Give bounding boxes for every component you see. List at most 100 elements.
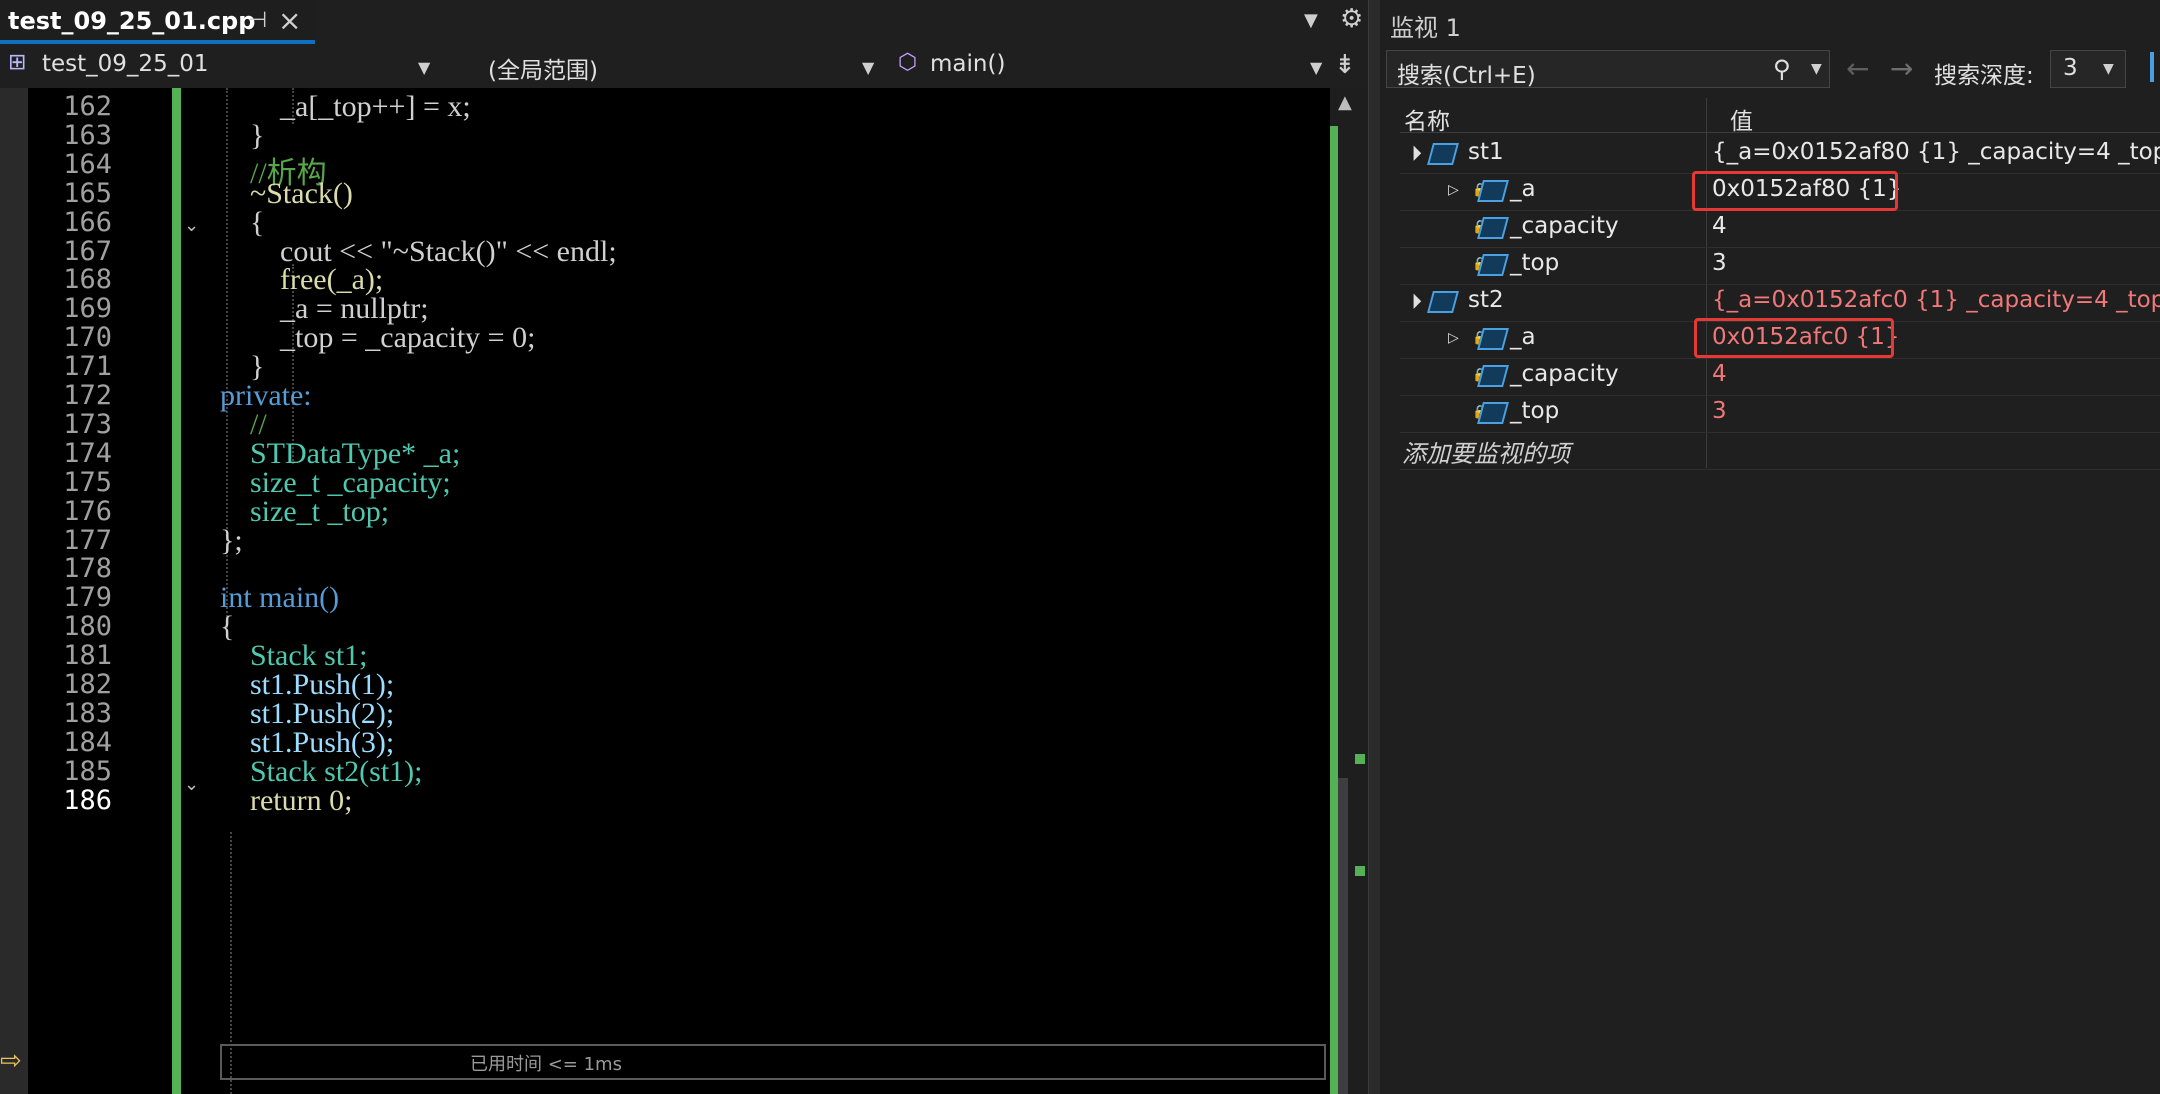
expand-right-icon[interactable]: ▷ xyxy=(1448,330,1459,346)
watch-item-value[interactable]: {_a=0x0152af80 {1} _capacity=4 _top=... xyxy=(1712,139,2160,165)
line-number: 173 xyxy=(63,408,112,440)
file-tab[interactable]: test_09_25_01.cpp ⊣ × xyxy=(0,0,315,44)
code-line: int main() xyxy=(220,581,340,615)
code-line: size_t _top; xyxy=(220,494,390,528)
field-icon xyxy=(1477,180,1509,202)
search-depth-label: 搜索深度: xyxy=(1934,63,2034,89)
back-arrow-icon[interactable]: ← xyxy=(1846,52,1869,85)
file-tab-title: test_09_25_01.cpp xyxy=(8,7,256,35)
line-number: 185 xyxy=(63,755,112,787)
chevron-down-icon: ▼ xyxy=(2103,61,2114,77)
watch-item-name: st2 xyxy=(1468,287,1504,313)
watch-item-name: _capacity xyxy=(1510,361,1619,387)
project-name: test_09_25_01 xyxy=(42,51,209,77)
field-icon xyxy=(1477,254,1509,276)
watch-column-header: 名称 值 xyxy=(1400,98,2160,136)
add-watch-row[interactable]: 添加要监视的项 xyxy=(1400,432,2160,470)
watch-item-value[interactable]: 4 xyxy=(1712,361,1727,387)
watch-row[interactable]: 🔒_top3 xyxy=(1400,395,2160,433)
line-number: 178 xyxy=(63,553,112,585)
watch-item-name: _a xyxy=(1510,324,1536,350)
line-number: 175 xyxy=(63,466,112,498)
change-tracking-bar xyxy=(172,88,181,1094)
line-number: 168 xyxy=(63,264,112,296)
line-number: 164 xyxy=(63,148,112,180)
scrollbar-marker xyxy=(1355,754,1365,764)
code-line: }; xyxy=(220,523,243,557)
split-icon[interactable]: ⇟ xyxy=(1334,50,1356,80)
add-watch-item[interactable]: 添加要监视的项 xyxy=(1402,434,1570,469)
watch-row[interactable]: 🔒_capacity4 xyxy=(1400,210,2160,248)
line-number: 170 xyxy=(63,322,112,354)
watch-item-value[interactable]: 3 xyxy=(1712,398,1727,424)
project-dropdown[interactable]: ⊞ test_09_25_01 ▼ xyxy=(4,50,438,82)
watch-item-value[interactable]: 4 xyxy=(1712,213,1727,239)
expand-down-icon[interactable]: ◢ xyxy=(1404,292,1423,311)
search-field[interactable]: 搜索(Ctrl+E) ⚲ ▼ xyxy=(1386,50,1830,90)
chevron-down-icon[interactable]: ▼ xyxy=(1304,10,1318,31)
gear-icon[interactable]: ⚙ xyxy=(1340,4,1363,34)
search-depth-select[interactable]: 3 ▼ xyxy=(2050,50,2126,88)
line-number: 163 xyxy=(63,119,112,151)
fold-toggle-icon[interactable]: ⌄ xyxy=(184,774,199,795)
current-statement-arrow-icon: ⇨ xyxy=(0,1046,22,1076)
line-number: 171 xyxy=(63,351,112,383)
line-number: 177 xyxy=(63,524,112,556)
scope-name: (全局范围) xyxy=(488,58,598,84)
function-dropdown[interactable]: ⬡ main() ▼ xyxy=(894,50,1326,82)
line-number: 167 xyxy=(63,235,112,267)
chevron-down-icon: ▼ xyxy=(1310,58,1323,77)
line-number: 182 xyxy=(63,669,112,700)
chevron-down-icon: ▼ xyxy=(418,58,431,77)
line-number: 179 xyxy=(63,582,112,614)
fold-toggle-icon[interactable]: ⌄ xyxy=(184,215,199,236)
document-tab-bar: test_09_25_01.cpp ⊣ × ▼ ⚙ xyxy=(0,0,1380,45)
navigation-bar: ⊞ test_09_25_01 ▼ (全局范围) ▼ ⬡ main() ▼ ⇟ xyxy=(0,44,1380,89)
scrollbar-change-marks xyxy=(1330,126,1338,1094)
scope-dropdown[interactable]: (全局范围) ▼ xyxy=(484,50,880,84)
code-area[interactable]: ⇨ ⌄ ⌄ 已用时间 <= 1ms 162 _a[_top++] = x; 163… xyxy=(0,88,1330,1094)
breakpoint-gutter[interactable] xyxy=(0,88,28,1094)
watch-row[interactable]: ◢ st2 {_a=0x0152afc0 {1} _capacity=4 _top=… xyxy=(1400,284,2160,322)
watch-item-name: _top xyxy=(1510,398,1560,424)
object-icon xyxy=(1427,143,1459,165)
filter-icon[interactable] xyxy=(2150,52,2154,82)
chevron-down-icon[interactable]: ▼ xyxy=(1811,61,1822,77)
column-header-name[interactable]: 名称 xyxy=(1404,102,1450,136)
expand-down-icon[interactable]: ◢ xyxy=(1404,144,1423,163)
elapsed-time-hint: 已用时间 <= 1ms xyxy=(470,1054,622,1075)
search-depth-value: 3 xyxy=(2063,55,2078,81)
close-icon[interactable]: × xyxy=(278,4,301,37)
watch-item-name: _capacity xyxy=(1510,213,1619,239)
column-header-value[interactable]: 值 xyxy=(1730,102,1753,136)
field-icon xyxy=(1477,365,1509,387)
watch-row[interactable]: ◢ st1 {_a=0x0152af80 {1} _capacity=4 _top=… xyxy=(1400,136,2160,174)
watch-item-value[interactable]: {_a=0x0152afc0 {1} _capacity=4 _top=... xyxy=(1712,287,2160,313)
watch-row[interactable]: 🔒_capacity4 xyxy=(1400,358,2160,396)
line-number: 162 xyxy=(63,91,112,122)
code-line: return 0; xyxy=(220,783,353,817)
code-editor: test_09_25_01.cpp ⊣ × ▼ ⚙ ⊞ test_09_25_0… xyxy=(0,0,1380,1094)
scrollbar-marker xyxy=(1355,866,1365,876)
object-icon xyxy=(1427,291,1459,313)
scroll-up-icon[interactable]: ▲ xyxy=(1338,92,1352,113)
search-icon[interactable]: ⚲ xyxy=(1773,55,1791,83)
highlight-box xyxy=(1692,171,1898,211)
cube-icon: ⬡ xyxy=(898,50,918,75)
field-icon xyxy=(1477,217,1509,239)
watch-row[interactable]: 🔒_top3 xyxy=(1400,247,2160,285)
line-number: 166 xyxy=(63,206,112,238)
code-line: _top = _capacity = 0; xyxy=(220,321,536,355)
forward-arrow-icon[interactable]: → xyxy=(1890,52,1913,85)
line-number: 174 xyxy=(63,437,112,469)
watch-item-name: _a xyxy=(1510,176,1536,202)
search-input[interactable]: 搜索(Ctrl+E) xyxy=(1397,56,1536,90)
pin-icon[interactable]: ⊣ xyxy=(248,8,267,33)
vertical-scrollbar[interactable]: ▲ xyxy=(1330,88,1368,1094)
line-number: 176 xyxy=(63,495,112,527)
expand-right-icon[interactable]: ▷ xyxy=(1448,182,1459,198)
watch-item-name: st1 xyxy=(1468,139,1504,165)
watch-item-value[interactable]: 3 xyxy=(1712,250,1727,276)
line-number: 180 xyxy=(63,611,112,643)
function-name: main() xyxy=(930,51,1006,77)
